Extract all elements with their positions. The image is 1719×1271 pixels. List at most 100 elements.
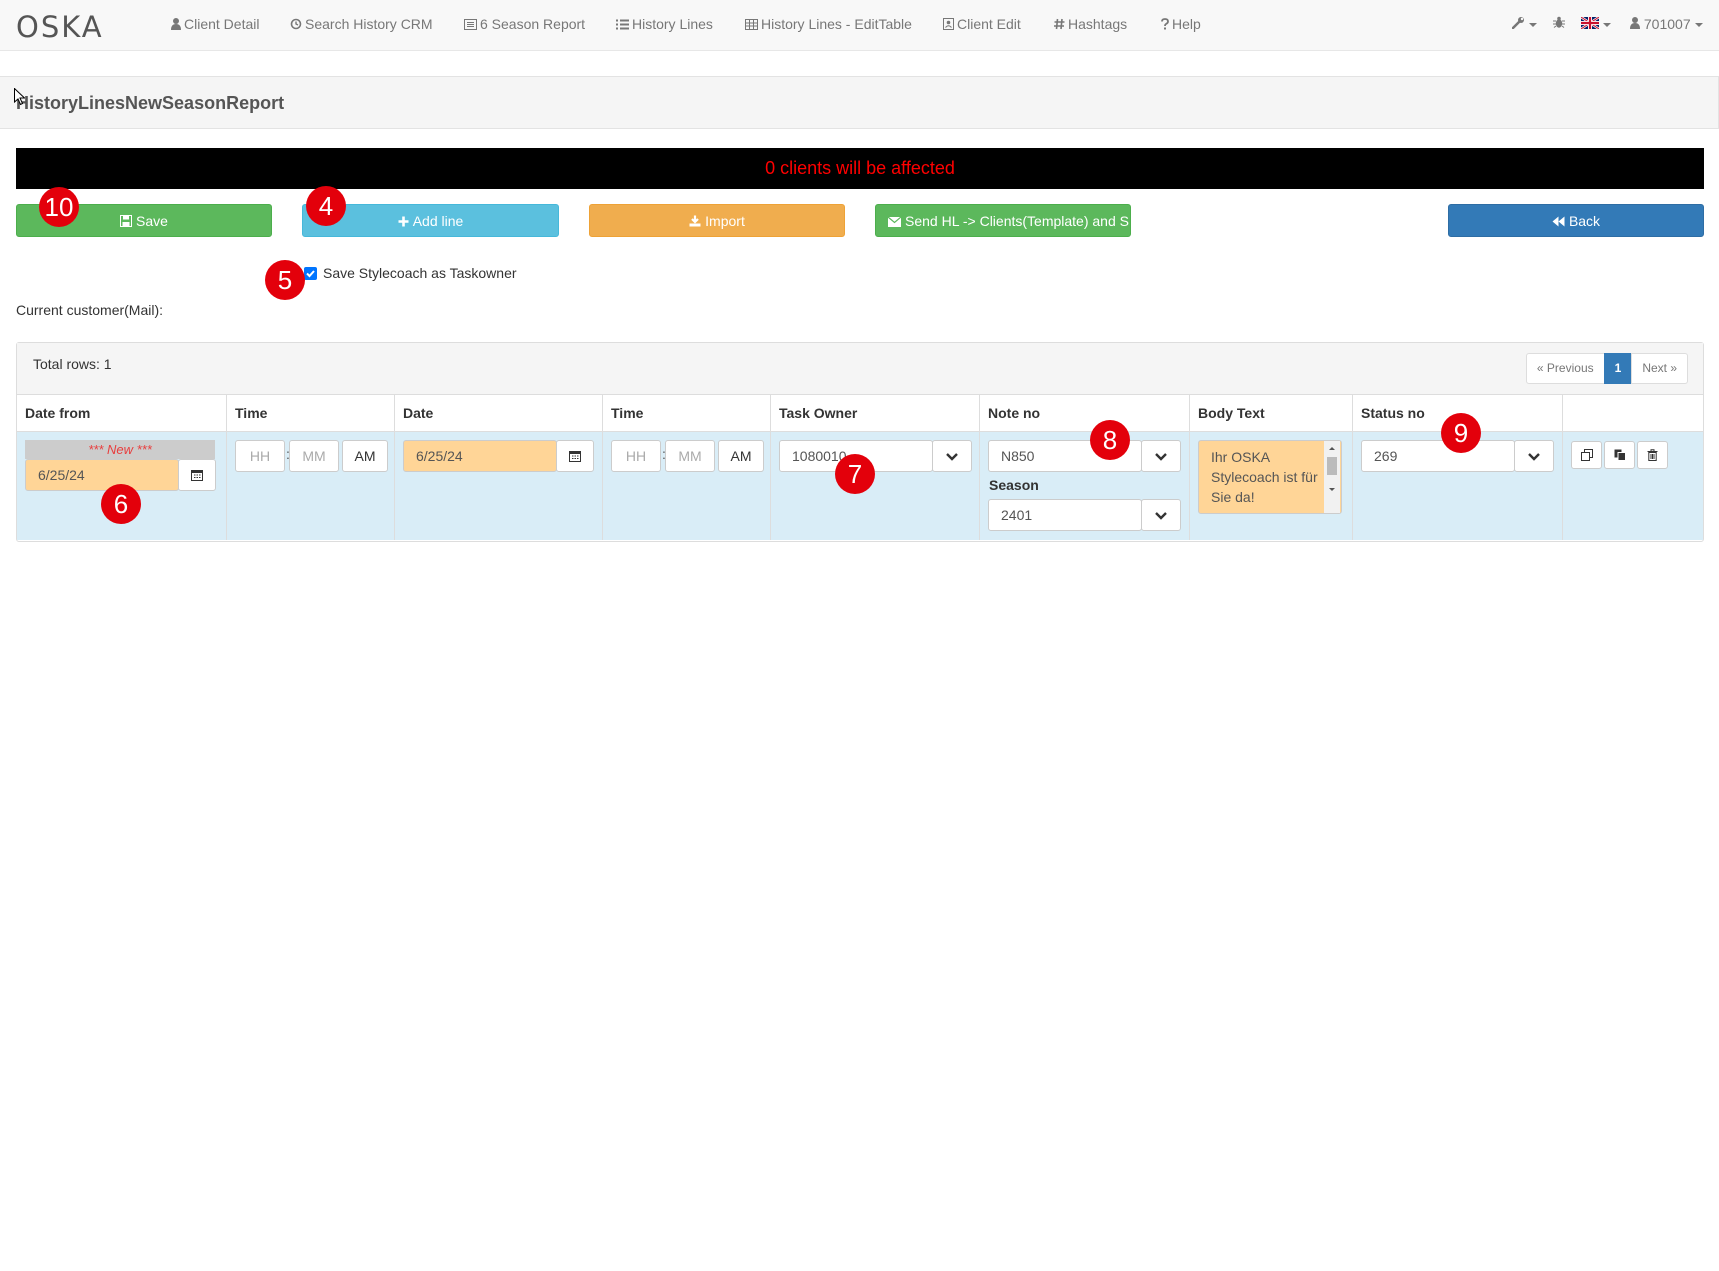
bug-icon <box>1553 16 1565 28</box>
nav-6-season-report[interactable]: 6 Season Report <box>464 16 585 32</box>
nav-history-lines-edittable-label: History Lines - EditTable <box>761 16 912 32</box>
pagination-previous[interactable]: « Previous <box>1525 353 1605 384</box>
status-no-input[interactable]: 269 <box>1361 440 1515 472</box>
chevron-down-icon <box>946 453 958 461</box>
pagination-next[interactable]: Next » <box>1631 353 1688 384</box>
nav-client-edit-label: Client Edit <box>957 16 1021 32</box>
mouse-cursor-icon <box>14 88 25 105</box>
total-rows-label: Total rows: 1 <box>33 356 112 372</box>
task-owner-dropdown-button[interactable] <box>932 440 972 472</box>
date-from-calendar-button[interactable] <box>178 459 216 491</box>
annotation-badge-10: 10 <box>39 187 79 227</box>
table-icon <box>745 19 758 30</box>
column-header-time-2[interactable]: Time <box>602 395 770 431</box>
column-header-actions <box>1562 395 1703 431</box>
nav-help-label: Help <box>1172 16 1201 32</box>
time-minute-input[interactable]: MM <box>289 440 339 472</box>
contact-icon <box>943 18 954 30</box>
nav-search-history-crm[interactable]: Search History CRM <box>290 16 433 32</box>
checkmark-icon <box>306 270 315 278</box>
nav-history-lines[interactable]: History Lines <box>616 16 713 32</box>
trash-icon <box>1647 449 1658 461</box>
scroll-down-arrow-icon <box>1329 488 1335 491</box>
cell-date: 6/25/24 <box>394 432 602 540</box>
time-2-minute-input[interactable]: MM <box>665 440 715 472</box>
nav-help[interactable]: Help <box>1161 16 1201 32</box>
language-dropdown[interactable] <box>1580 16 1611 32</box>
annotation-badge-4: 4 <box>306 186 346 226</box>
page-title: HistoryLinesNewSeasonReport <box>16 93 285 113</box>
save-stylecoach-checkbox[interactable] <box>304 267 317 280</box>
duplicate-row-button[interactable] <box>1571 441 1602 469</box>
back-button[interactable]: Back <box>1448 204 1704 237</box>
user-dropdown[interactable]: 701007 <box>1630 16 1703 32</box>
nav-hashtags-label: Hashtags <box>1068 16 1128 32</box>
time-hour-input[interactable]: HH <box>235 440 285 472</box>
save-stylecoach-option: Save Stylecoach as Taskowner <box>304 265 517 281</box>
cell-note-no: N850 Season 2401 <box>979 432 1189 540</box>
copy-icon <box>1614 449 1626 461</box>
hashtag-icon <box>1054 18 1065 30</box>
nav-history-lines-label: History Lines <box>632 16 713 32</box>
user-icon <box>171 18 181 30</box>
cell-time: HH : MM AM <box>226 432 394 540</box>
column-header-time[interactable]: Time <box>226 395 394 431</box>
body-text-scrollbar[interactable] <box>1324 441 1340 513</box>
list-icon <box>616 19 629 30</box>
cell-actions <box>1562 432 1703 540</box>
user-id-label: 701007 <box>1643 16 1691 32</box>
bug-report-button[interactable] <box>1553 16 1565 32</box>
scroll-thumb[interactable] <box>1327 457 1337 475</box>
time-2-hour-input[interactable]: HH <box>611 440 661 472</box>
floppy-disk-icon <box>120 215 133 227</box>
column-header-body-text[interactable]: Body Text <box>1189 395 1352 431</box>
column-header-task-owner[interactable]: Task Owner <box>770 395 979 431</box>
back-button-label: Back <box>1568 213 1601 229</box>
nav-hashtags[interactable]: Hashtags <box>1054 16 1127 32</box>
affected-clients-banner: 0 clients will be affected <box>16 148 1704 189</box>
delete-row-button[interactable] <box>1637 441 1668 469</box>
wrench-icon <box>1511 17 1524 30</box>
send-button-label: Send HL -> Clients(Template) and S <box>905 213 1129 229</box>
page-heading-panel: HistoryLinesNewSeasonReport <box>0 76 1719 129</box>
nav-client-detail[interactable]: Client Detail <box>171 16 259 32</box>
save-button-label: Save <box>136 213 168 229</box>
import-button[interactable]: Import <box>589 204 845 237</box>
note-no-dropdown-button[interactable] <box>1141 440 1181 472</box>
current-customer-label: Current customer(Mail): <box>16 302 164 318</box>
table-panel-header: Total rows: 1 « Previous 1 Next » <box>17 343 1703 395</box>
date-from-input[interactable]: 6/25/24 <box>25 459 179 491</box>
history-icon <box>290 18 302 30</box>
send-hl-to-clients-button[interactable]: Send HL -> Clients(Template) and S <box>875 204 1131 237</box>
body-text-textarea[interactable]: Ihr OSKA Stylecoach ist für Sie da! <box>1198 440 1342 514</box>
column-header-note-no[interactable]: Note no <box>979 395 1189 431</box>
duplicate-icon <box>1581 449 1593 461</box>
column-header-date-from[interactable]: Date from <box>17 395 226 431</box>
save-stylecoach-label: Save Stylecoach as Taskowner <box>323 265 517 281</box>
pagination-page-1[interactable]: 1 <box>1603 353 1633 384</box>
user-icon <box>1630 17 1640 29</box>
download-icon <box>689 215 701 227</box>
time-2-ampm-toggle[interactable]: AM <box>718 440 764 472</box>
column-header-date[interactable]: Date <box>394 395 602 431</box>
pagination: « Previous 1 Next » <box>1525 353 1688 384</box>
chevron-down-icon <box>1155 512 1167 520</box>
date-input[interactable]: 6/25/24 <box>403 440 557 472</box>
nav-client-edit[interactable]: Client Edit <box>943 16 1021 32</box>
season-input[interactable]: 2401 <box>988 499 1142 531</box>
envelope-icon <box>887 216 902 227</box>
list-alt-icon <box>464 19 477 30</box>
new-row-label: *** New *** <box>25 440 215 459</box>
tools-dropdown[interactable] <box>1511 16 1537 32</box>
time-ampm-toggle[interactable]: AM <box>342 440 388 472</box>
calendar-icon <box>191 470 203 481</box>
cell-body-text: Ihr OSKA Stylecoach ist für Sie da! <box>1189 432 1352 540</box>
season-dropdown-button[interactable] <box>1141 499 1181 531</box>
plus-icon <box>398 216 409 227</box>
annotation-badge-9: 9 <box>1441 413 1481 453</box>
nav-history-lines-edittable[interactable]: History Lines - EditTable <box>745 16 912 32</box>
date-calendar-button[interactable] <box>556 440 594 472</box>
copy-row-button[interactable] <box>1604 441 1635 469</box>
status-no-dropdown-button[interactable] <box>1514 440 1554 472</box>
brand-logo[interactable]: OSKA <box>16 10 104 44</box>
